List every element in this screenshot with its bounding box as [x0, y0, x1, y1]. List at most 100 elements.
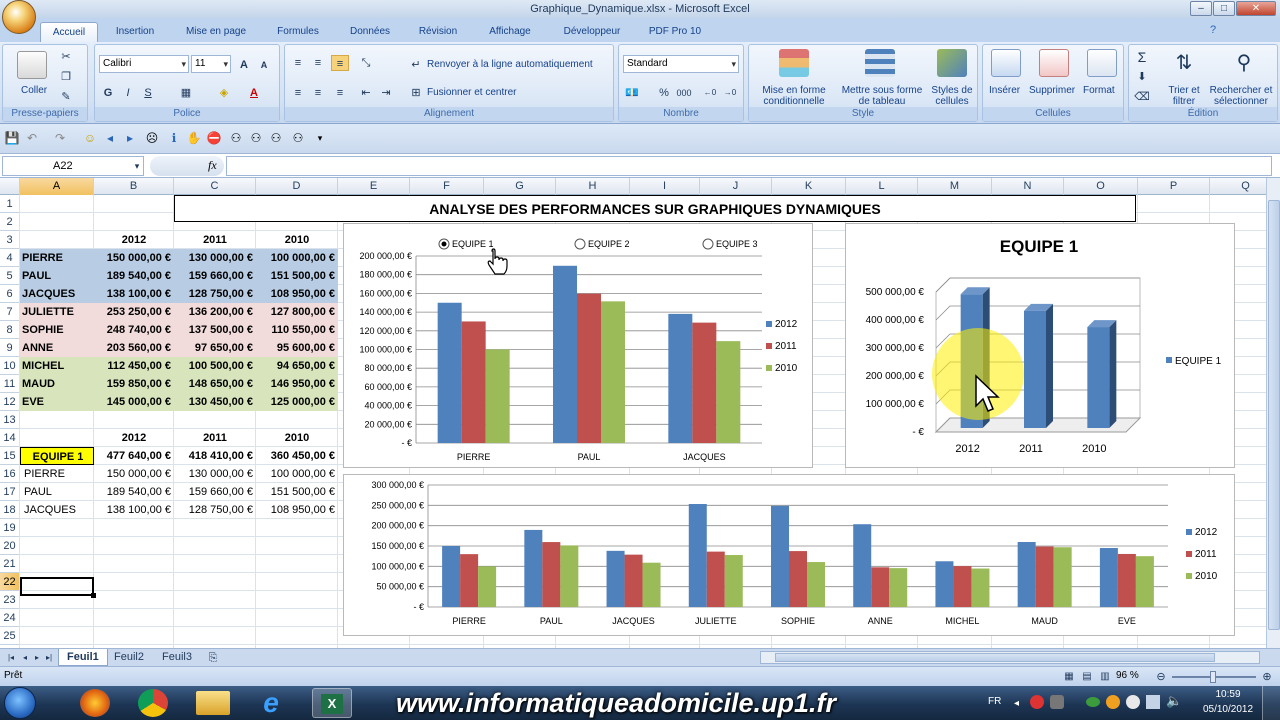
value-cell[interactable]: 130 000,00 €: [174, 465, 256, 483]
value-cell[interactable]: 108 950,00 €: [256, 501, 338, 519]
paste-label[interactable]: Coller: [21, 85, 47, 96]
name-cell[interactable]: JULIETTE: [20, 303, 94, 321]
column-header[interactable]: C: [174, 178, 256, 195]
zoom-level[interactable]: 96 %: [1116, 670, 1139, 681]
info-icon[interactable]: ℹ: [166, 130, 182, 146]
clock-date[interactable]: 05/10/2012: [1200, 704, 1256, 715]
conditional-format-icon[interactable]: [779, 49, 809, 77]
row-header[interactable]: 21: [0, 555, 20, 573]
sort-filter-icon[interactable]: ⇅: [1169, 49, 1199, 77]
merge-center-button[interactable]: Fusionner et centrer: [427, 87, 517, 98]
value-cell[interactable]: 248 740,00 €: [94, 321, 174, 339]
chart-team-members[interactable]: EQUIPE 1 EQUIPE 2 EQUIPE 3 200 000,00 €180 …: [343, 223, 813, 468]
org-chart-icon-2[interactable]: ⚇: [248, 130, 264, 146]
radio-equipe-3[interactable]: [702, 238, 714, 250]
spreadsheet-grid[interactable]: ABCDEFGHIJKLMNOPQ 1 2 3 4 5 6 7 8 9 10 11 12 13 14 15 1…: [0, 178, 1280, 648]
tray-app-icon-1[interactable]: [1030, 695, 1044, 709]
row-header[interactable]: 19: [0, 519, 20, 537]
name-cell[interactable]: JACQUES: [20, 285, 94, 303]
bold-icon[interactable]: G: [99, 85, 117, 101]
border-icon[interactable]: ▦: [177, 85, 195, 101]
thousands-icon[interactable]: 000: [675, 85, 693, 101]
value-cell[interactable]: 151 500,00 €: [256, 483, 338, 501]
find-select-button[interactable]: Rechercher et sélectionner: [1205, 85, 1277, 107]
year-header[interactable]: 2010: [256, 231, 338, 249]
undo-icon[interactable]: ↶: [24, 130, 40, 146]
value-cell[interactable]: 100 500,00 €: [174, 357, 256, 375]
conditional-format-button[interactable]: Mise en forme conditionnelle: [755, 85, 833, 107]
row-header[interactable]: 16: [0, 465, 20, 483]
name-cell[interactable]: PAUL: [20, 267, 94, 285]
row-header[interactable]: 15: [0, 447, 20, 465]
value-cell[interactable]: 146 950,00 €: [256, 375, 338, 393]
name-cell[interactable]: MAUD: [20, 375, 94, 393]
tab-donnees[interactable]: Données: [340, 22, 400, 42]
tab-developpeur[interactable]: Développeur: [552, 22, 632, 42]
row-header[interactable]: 12: [0, 393, 20, 411]
arrow-right-icon[interactable]: ▸: [122, 130, 138, 146]
tab-pdf-pro[interactable]: PDF Pro 10: [642, 22, 708, 42]
office-button[interactable]: [2, 0, 36, 34]
number-format-combo[interactable]: Standard: [623, 55, 739, 73]
column-header[interactable]: H: [556, 178, 630, 195]
column-header[interactable]: D: [256, 178, 338, 195]
value-cell[interactable]: 159 660,00 €: [174, 483, 256, 501]
value-cell[interactable]: 136 200,00 €: [174, 303, 256, 321]
value-cell[interactable]: 110 550,00 €: [256, 321, 338, 339]
language-indicator[interactable]: FR: [988, 696, 1001, 707]
format-painter-icon[interactable]: ✎: [57, 89, 75, 105]
row-header[interactable]: 13: [0, 411, 20, 429]
value-cell[interactable]: 130 000,00 €: [174, 249, 256, 267]
clock-time[interactable]: 10:59: [1206, 689, 1250, 700]
value-cell[interactable]: 150 000,00 €: [94, 249, 174, 267]
increase-indent-icon[interactable]: ⇥: [377, 85, 395, 101]
tray-app-icon-5[interactable]: [1126, 695, 1140, 709]
fx-icon[interactable]: fx: [208, 158, 217, 173]
underline-icon[interactable]: S: [139, 85, 157, 101]
format-cells-icon[interactable]: [1087, 49, 1117, 77]
value-cell[interactable]: 145 000,00 €: [94, 393, 174, 411]
zoom-slider[interactable]: [1172, 671, 1256, 683]
sheet-tab-feuil3[interactable]: Feuil3: [154, 649, 200, 666]
font-size-combo[interactable]: 11: [191, 55, 231, 73]
tab-insertion[interactable]: Insertion: [104, 22, 166, 42]
row-header[interactable]: 6: [0, 285, 20, 303]
column-header[interactable]: P: [1138, 178, 1210, 195]
insert-sheet-icon[interactable]: ⎘: [204, 650, 222, 666]
value-cell[interactable]: 138 100,00 €: [94, 285, 174, 303]
namebox-dropdown-icon[interactable]: ▾: [128, 158, 146, 174]
show-desktop-button[interactable]: [1262, 686, 1280, 720]
value-cell[interactable]: 112 450,00 €: [94, 357, 174, 375]
decrease-decimal-icon[interactable]: →0: [721, 85, 739, 101]
tab-formules[interactable]: Formules: [266, 22, 330, 42]
cell-styles-icon[interactable]: [937, 49, 967, 77]
align-left-icon[interactable]: ≡: [289, 85, 307, 101]
sheet-tab-feuil2[interactable]: Feuil2: [106, 649, 152, 666]
value-cell[interactable]: 159 660,00 €: [174, 267, 256, 285]
value-cell[interactable]: 253 250,00 €: [94, 303, 174, 321]
value-cell[interactable]: 128 750,00 €: [174, 501, 256, 519]
stop-icon[interactable]: ⛔: [206, 130, 222, 146]
tab-affichage[interactable]: Affichage: [478, 22, 542, 42]
column-header[interactable]: J: [700, 178, 772, 195]
zoom-slider-thumb[interactable]: [1210, 671, 1216, 683]
value-cell[interactable]: 100 000,00 €: [256, 465, 338, 483]
start-button[interactable]: [4, 687, 36, 719]
value-cell[interactable]: 151 500,00 €: [256, 267, 338, 285]
minimize-button[interactable]: –: [1190, 1, 1212, 16]
save-icon[interactable]: 💾: [4, 130, 20, 146]
year-header[interactable]: 2012: [94, 231, 174, 249]
network-icon[interactable]: [1146, 695, 1160, 709]
font-color-icon[interactable]: A: [245, 85, 263, 101]
row-header[interactable]: 22: [0, 573, 20, 591]
tray-expand-icon[interactable]: ◂: [1014, 698, 1019, 709]
team-select-cell[interactable]: EQUIPE 1: [20, 447, 94, 465]
value-cell[interactable]: 189 540,00 €: [94, 267, 174, 285]
percent-icon[interactable]: %: [655, 85, 673, 101]
value-cell[interactable]: 148 650,00 €: [174, 375, 256, 393]
vertical-scrollbar[interactable]: [1266, 178, 1280, 648]
insert-cells-icon[interactable]: [991, 49, 1021, 77]
sheet-title[interactable]: ANALYSE DES PERFORMANCES SUR GRAPHIQUES …: [174, 195, 1136, 222]
value-cell[interactable]: 138 100,00 €: [94, 501, 174, 519]
radio-equipe-2[interactable]: [574, 238, 586, 250]
